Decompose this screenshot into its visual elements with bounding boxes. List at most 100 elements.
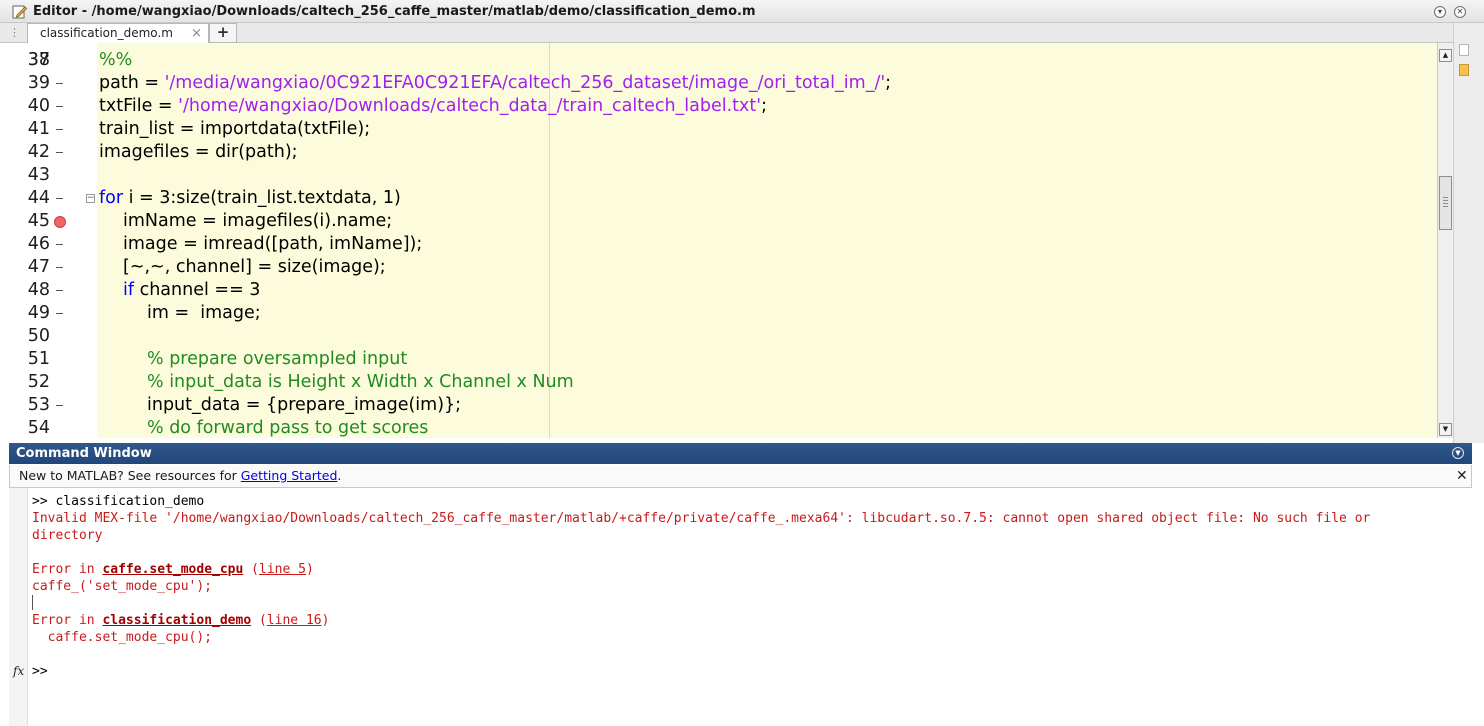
line-number[interactable]: 50 [26,325,50,348]
editor-menu-button[interactable]: ▾ [1434,6,1446,18]
error-line-link[interactable]: line 16 [267,613,322,628]
function-browser-icon[interactable]: fx [13,664,24,678]
tab-bar-grip-icon[interactable]: ⋮ [9,26,20,40]
command-window-menu-icon[interactable]: ▼ [1452,447,1464,459]
executable-line-marker[interactable] [56,106,63,107]
scroll-down-arrow-icon[interactable]: ▼ [1439,423,1452,436]
command-window-header: Command Window ▼ [9,443,1472,464]
line-number[interactable]: 54 [26,417,50,438]
line-number[interactable]: 48 [26,279,50,302]
error-code-line: caffe.set_mode_cpu(); [32,630,213,645]
executable-line-marker[interactable] [56,405,63,406]
error-message-line: directory [32,528,103,543]
line-number[interactable]: 39 [26,72,50,95]
code-line: 39 path = '/media/wangxiao/0C921EFA0C921E… [0,72,1437,95]
line-number[interactable]: 38 [26,49,50,72]
code-text[interactable]: txtFile = '/home/wangxiao/Downloads/calt… [99,95,767,118]
code-line: 48 if channel == 3 [0,279,1437,302]
line-number[interactable]: 49 [26,302,50,325]
code-line: 50 [0,325,1437,348]
editor-scrollbar[interactable]: ▲ ▼ [1437,43,1453,438]
code-line: 46 image = imread([path, imName]); [0,233,1437,256]
analyzer-status-box[interactable] [1459,44,1469,56]
code-text[interactable]: % input_data is Height x Width x Channel… [147,371,574,394]
error-line-link[interactable]: line 5 [259,562,306,577]
warning-marker[interactable] [1459,64,1469,76]
line-number[interactable]: 46 [26,233,50,256]
line-number[interactable]: 51 [26,348,50,371]
line-number[interactable]: 52 [26,371,50,394]
line-number[interactable]: 42 [26,141,50,164]
code-text[interactable]: imName = imagefiles(i).name; [123,210,392,233]
code-line: 38%% [0,49,1437,72]
code-line: 42 imagefiles = dir(path); [0,141,1437,164]
new-tab-button[interactable]: + [209,23,237,43]
line-number[interactable]: 43 [26,164,50,187]
command-prompt[interactable]: >> [32,663,48,680]
command-window-title: Command Window [16,446,152,461]
executable-line-marker[interactable] [56,244,63,245]
info-close-icon[interactable]: ✕ [1456,465,1468,487]
scroll-up-arrow-icon[interactable]: ▲ [1439,49,1452,62]
executable-line-marker[interactable] [56,129,63,130]
text-cursor [32,595,33,610]
line-number[interactable]: 45 [26,210,50,233]
tab-label: classification_demo.m [40,26,173,40]
code-text[interactable]: % do forward pass to get scores [147,417,428,438]
scrollbar-thumb[interactable] [1439,176,1452,230]
getting-started-link[interactable]: Getting Started [241,468,338,483]
code-text[interactable]: imagefiles = dir(path); [99,141,298,164]
code-line: 43 [0,164,1437,187]
command-window-left-margin [9,488,28,726]
code-line: 51 % prepare oversampled input [0,348,1437,371]
fold-toggle-icon[interactable]: − [86,194,95,203]
error-trace-line: Error in caffe.set_mode_cpu (line 5) [32,562,314,577]
editor-message-strip [1453,23,1484,443]
code-text[interactable]: %% [99,49,132,72]
executable-line-marker[interactable] [56,83,63,84]
code-text[interactable]: for i = 3:size(train_list.textdata, 1) [99,187,401,210]
error-function-link[interactable]: caffe.set_mode_cpu [102,562,243,577]
code-text[interactable]: train_list = importdata(txtFile); [99,118,370,141]
tab-bar: ⋮ classification_demo.m × + [0,23,1484,44]
code-line: 52 % input_data is Height x Width x Chann… [0,371,1437,394]
editor-close-button[interactable]: ✕ [1454,6,1466,18]
code-line: 49 im = image; [0,302,1437,325]
code-text[interactable]: if channel == 3 [123,279,260,302]
tab-classification-demo[interactable]: classification_demo.m × [27,23,209,44]
executable-line-marker[interactable] [56,267,63,268]
tab-close-icon[interactable]: × [191,24,202,43]
info-bar: New to MATLAB? See resources for Getting… [9,465,1472,488]
executable-line-marker[interactable] [56,290,63,291]
code-line: 40 txtFile = '/home/wangxiao/Downloads/ca… [0,95,1437,118]
line-number[interactable]: 47 [26,256,50,279]
code-text[interactable]: image = imread([path, imName]); [123,233,422,256]
breakpoint-icon[interactable] [54,216,66,228]
executable-line-marker[interactable] [56,198,63,199]
code-text[interactable]: % prepare oversampled input [147,348,407,371]
code-line: 41 train_list = importdata(txtFile); [0,118,1437,141]
line-number[interactable]: 40 [26,95,50,118]
line-number[interactable]: 41 [26,118,50,141]
error-function-link[interactable]: classification_demo [102,613,251,628]
executable-line-marker[interactable] [56,152,63,153]
code-line: 54 % do forward pass to get scores [0,417,1437,438]
code-line: 53 input_data = {prepare_image(im)}; [0,394,1437,417]
command-window-body[interactable]: fx >> classification_demo Invalid MEX-fi… [9,488,1472,726]
line-number[interactable]: 53 [26,394,50,417]
window-title: Editor - /home/wangxiao/Downloads/caltec… [33,4,756,19]
error-trace-line: Error in classification_demo (line 16) [32,613,330,628]
error-code-line: caffe_('set_mode_cpu'); [32,579,213,594]
code-text[interactable]: input_data = {prepare_image(im)}; [147,394,461,417]
edit-pencil-icon [12,5,27,19]
info-text: New to MATLAB? See resources for Getting… [19,468,342,483]
code-line: 45 imName = imagefiles(i).name; [0,210,1437,233]
code-line: 47 [~,~, channel] = size(image); [0,256,1437,279]
executable-line-marker[interactable] [56,313,63,314]
code-text[interactable]: [~,~, channel] = size(image); [123,256,386,279]
line-number[interactable]: 44 [26,187,50,210]
code-text[interactable]: path = '/media/wangxiao/0C921EFA0C921EFA… [99,72,891,95]
code-editor[interactable]: 37 38%% 39 path = '/media/wangxiao/0C921EF… [0,43,1437,438]
code-text[interactable]: im = image; [147,302,261,325]
prompt-command-line: >> classification_demo [32,494,205,509]
